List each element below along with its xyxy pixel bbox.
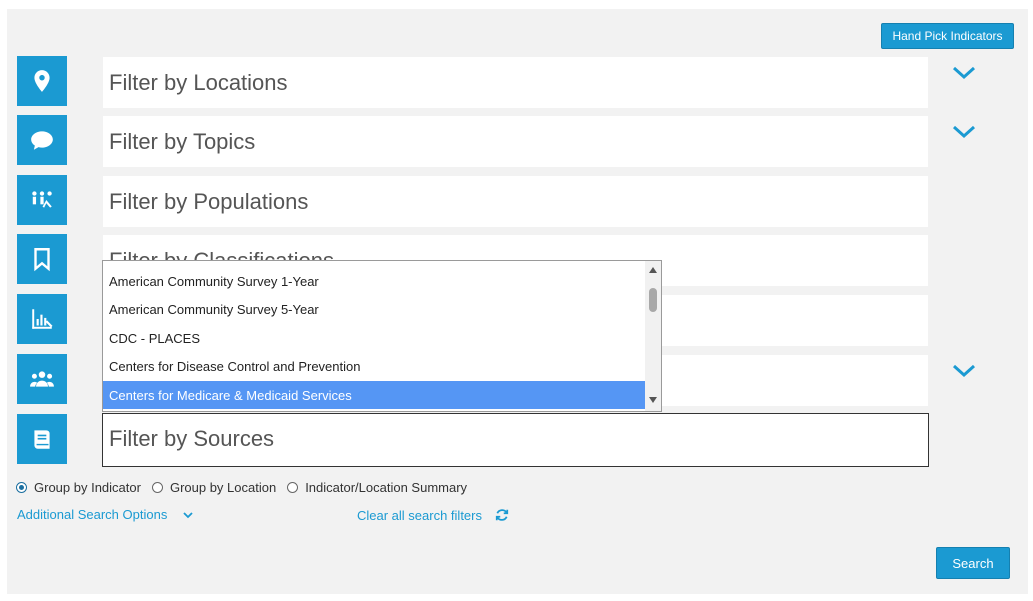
topics-filter-label: Filter by Topics xyxy=(109,129,256,154)
grouping-options: Group by Indicator Group by Location Ind… xyxy=(16,480,467,495)
locations-filter[interactable]: Filter by Locations xyxy=(103,57,928,108)
additional-search-options-link[interactable]: Additional Search Options xyxy=(17,507,167,522)
chart-icon xyxy=(32,309,53,329)
indicators-filter-icon-tile[interactable] xyxy=(17,294,67,344)
dropdown-option[interactable]: Centers for Disease Control and Preventi… xyxy=(103,352,646,380)
radio-label: Group by Location xyxy=(169,480,277,495)
topics-filter[interactable]: Filter by Topics xyxy=(103,116,928,167)
population-group-icon xyxy=(32,191,52,208)
radio-group-by-location[interactable] xyxy=(151,482,163,493)
sources-filter-icon-tile[interactable] xyxy=(17,414,67,464)
bookmark-icon xyxy=(34,248,50,272)
dropdown-option[interactable]: CDC - PLACES xyxy=(103,324,646,352)
people-icon xyxy=(30,371,54,387)
dropdown-option-highlighted[interactable]: Centers for Medicare & Medicaid Services xyxy=(103,381,646,409)
speech-bubble-icon xyxy=(31,131,53,150)
classifications-filter-icon-tile[interactable] xyxy=(17,234,67,284)
topics-filter-icon-tile[interactable] xyxy=(17,115,67,165)
sources-filter[interactable]: Filter by Sources xyxy=(102,413,929,467)
locations-filter-icon-tile[interactable] xyxy=(17,56,67,106)
location-pin-icon xyxy=(34,70,50,92)
book-icon xyxy=(34,430,50,449)
radio-label: Group by Indicator xyxy=(34,480,141,495)
clear-search-filters-link[interactable]: Clear all search filters xyxy=(357,508,482,523)
scroll-up-arrow-icon[interactable] xyxy=(649,267,657,273)
chevron-down-icon[interactable] xyxy=(183,512,193,519)
sources-dropdown-list[interactable]: American Community Survey 1-Year America… xyxy=(102,260,662,412)
radio-group-by-indicator[interactable] xyxy=(16,482,27,493)
dropdown-option[interactable]: American Community Survey 1-Year xyxy=(103,267,646,295)
populations-filter[interactable]: Filter by Populations xyxy=(103,176,928,227)
populations-filter-icon-tile[interactable] xyxy=(17,175,67,225)
radio-indicator-location-summary[interactable] xyxy=(287,482,299,493)
groups-filter-icon-tile[interactable] xyxy=(17,354,67,404)
refresh-icon[interactable] xyxy=(495,508,509,522)
locations-filter-label: Filter by Locations xyxy=(109,70,288,95)
sources-filter-label: Filter by Sources xyxy=(109,426,275,451)
dropdown-option[interactable]: American Community Survey 5-Year xyxy=(103,295,646,323)
radio-label: Indicator/Location Summary xyxy=(305,480,468,495)
chevron-down-icon[interactable] xyxy=(951,361,977,381)
hand-pick-indicators-button[interactable]: Hand Pick Indicators xyxy=(881,23,1014,49)
chevron-down-icon[interactable] xyxy=(951,63,977,83)
populations-filter-label: Filter by Populations xyxy=(109,189,309,214)
scrollbar-thumb[interactable] xyxy=(649,288,657,312)
chevron-down-icon[interactable] xyxy=(951,122,977,142)
dropdown-scrollbar[interactable] xyxy=(645,261,661,411)
scroll-down-arrow-icon[interactable] xyxy=(649,397,657,403)
search-button[interactable]: Search xyxy=(936,547,1010,579)
